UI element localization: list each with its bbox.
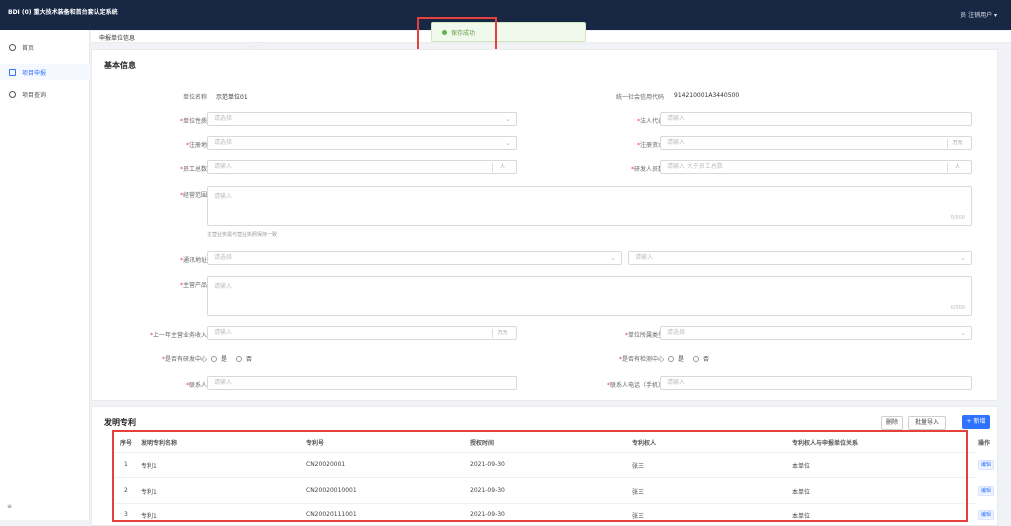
chevron-down-icon: ⌄: [960, 329, 966, 337]
address-select[interactable]: 请选择 ⌄: [207, 251, 622, 265]
unit-suffix: 人: [492, 163, 512, 172]
collapse-icon[interactable]: ≡: [7, 503, 12, 510]
section-title-basic-info: 基本信息: [104, 61, 136, 70]
char-count: 0/500: [950, 305, 965, 311]
contact-phone-label: *联系人电话（手机）: [606, 382, 664, 389]
section-title-patents: 发明专利: [104, 418, 136, 427]
chevron-down-icon: ⌄: [505, 139, 511, 147]
edit-button[interactable]: 编辑: [978, 460, 994, 470]
registry-select[interactable]: 请选择 ⌄: [207, 136, 517, 150]
edit-button[interactable]: 编辑: [978, 486, 994, 496]
revenue-label: *上一年主营业务收入: [149, 332, 207, 339]
add-patent-button[interactable]: + 新增: [962, 415, 990, 429]
file-icon: [9, 68, 16, 76]
rd-staff-input[interactable]: 请输入 大于员工总数人: [660, 160, 972, 174]
rd-staff-label: *研发人员数: [630, 166, 664, 173]
legal-rep-input[interactable]: 请输入: [660, 112, 972, 126]
unit-suffix: 万元: [492, 329, 512, 338]
sidebar-item-label: 项目查询: [22, 91, 47, 99]
reg-capital-label: *注册资本: [636, 142, 664, 149]
test-center-yes-radio[interactable]: 是: [668, 354, 684, 363]
contact-phone-input[interactable]: 请输入: [660, 376, 972, 390]
business-scope-hint: 主营业务需与营业执照保持一致: [207, 232, 278, 238]
sidebar-item-label: 首页: [22, 44, 35, 52]
unit-name-value: 示范单位01: [216, 94, 248, 101]
main-products-label: *主营产品: [179, 282, 207, 289]
sidebar: 首页 项目申报 项目查询 ≡: [0, 30, 90, 520]
unit-suffix: 人: [947, 163, 967, 172]
batch-import-button[interactable]: 批量导入: [908, 416, 946, 430]
unit-category-select[interactable]: 请选择 ⌄: [660, 326, 972, 340]
rd-center-yes-radio[interactable]: 是: [211, 354, 227, 363]
address-detail-input[interactable]: 请输入 ⌄: [628, 251, 972, 265]
contact-input[interactable]: 请输入: [207, 376, 517, 390]
sidebar-item-project-apply[interactable]: 项目申报: [0, 64, 90, 80]
delete-button[interactable]: 删除: [881, 416, 903, 430]
sidebar-item-home[interactable]: 首页: [0, 39, 90, 55]
credit-code-value: 914210001A3440500: [674, 92, 740, 99]
chevron-down-icon: ⌄: [505, 115, 511, 123]
contact-label: *联系人: [185, 382, 207, 389]
unit-name-label: 单位名称: [182, 94, 207, 101]
rd-center-no-radio[interactable]: 否: [236, 354, 252, 363]
unit-type-label: *单位性质: [179, 118, 207, 125]
search-icon: [9, 90, 16, 98]
unit-category-label: *单位所属类型: [624, 332, 664, 339]
user-menu[interactable]: 员 注销用户 ▾: [960, 10, 997, 19]
basic-info-card: 基本信息 单位名称 示范单位01 统一社会信用代码 914210001A3440…: [91, 49, 998, 401]
tab-current[interactable]: 申报单位信息: [99, 33, 135, 42]
test-center-no-radio[interactable]: 否: [693, 354, 709, 363]
business-scope-label: *经营范围: [179, 192, 207, 199]
column-header-action: 操作: [978, 440, 991, 447]
employees-label: *员工总数: [179, 166, 207, 173]
home-icon: [9, 43, 16, 51]
unit-suffix: 万元: [947, 139, 967, 148]
chevron-down-icon: ⌄: [960, 254, 966, 262]
sidebar-item-project-query[interactable]: 项目查询: [0, 86, 90, 102]
address-label: *通讯地址: [179, 257, 207, 264]
employees-input[interactable]: 请输入人: [207, 160, 517, 174]
rd-center-label: *是否有研发中心: [161, 356, 207, 363]
unit-type-select[interactable]: 请选择 ⌄: [207, 112, 517, 126]
main-products-textarea[interactable]: 请输入 0/500: [207, 276, 972, 316]
char-count: 0/500: [950, 215, 965, 221]
business-scope-textarea[interactable]: 请输入 0/500: [207, 186, 972, 226]
registry-label: *注册地: [185, 142, 207, 149]
revenue-input[interactable]: 请输入 万元: [207, 326, 517, 340]
patents-table-highlight-box: [112, 430, 968, 522]
credit-code-label: 统一社会信用代码: [615, 94, 664, 101]
sidebar-item-label: 项目申报: [22, 69, 47, 77]
chevron-down-icon: ⌄: [610, 254, 616, 262]
test-center-label: *是否有检测中心: [618, 356, 664, 363]
reg-capital-input[interactable]: 请输入 万元: [660, 136, 972, 150]
app-title: BDI (0) 重大技术装备和首台套认定系统: [8, 9, 118, 16]
legal-rep-label: *法人代表: [636, 118, 664, 125]
edit-button[interactable]: 编辑: [978, 510, 994, 520]
